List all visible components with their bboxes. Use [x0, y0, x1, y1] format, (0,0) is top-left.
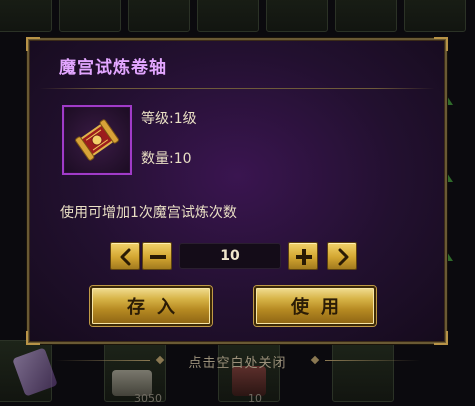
quantity-input[interactable]: 10	[179, 243, 281, 269]
inventory-slot	[266, 0, 328, 32]
inventory-slot	[404, 0, 466, 32]
frame-corner	[26, 331, 40, 345]
item-level: 等级:1级	[141, 108, 197, 128]
plus-icon	[296, 249, 312, 265]
item-dialog: 魔宫试炼卷轴 等级:1级 数量:10 使用可增加1次魔宫试炼次数 10 存入 使…	[26, 37, 448, 345]
decrease-max-button[interactable]	[110, 242, 140, 270]
decrease-button[interactable]	[142, 242, 172, 270]
use-button[interactable]: 使用	[254, 286, 376, 326]
increase-button[interactable]	[288, 242, 318, 270]
inventory-slot	[59, 0, 121, 32]
level-label: 等级:	[141, 111, 174, 127]
inventory-slot	[0, 0, 52, 32]
quantity-value: 10	[173, 151, 192, 167]
increase-max-button[interactable]	[327, 242, 357, 270]
level-value: 1级	[173, 111, 197, 127]
inventory-slot	[332, 340, 394, 402]
scroll-icon	[75, 119, 119, 161]
item-quantity: 数量:10	[141, 148, 192, 168]
quantity-label: 数量:	[141, 151, 174, 167]
title-divider	[39, 88, 435, 89]
dialog-title: 魔宫试炼卷轴	[59, 58, 167, 78]
chevron-left-icon	[120, 248, 131, 266]
item-count: 10	[248, 392, 262, 405]
chevron-right-icon	[338, 248, 349, 266]
inventory-slot	[197, 0, 259, 32]
frame-corner	[434, 331, 448, 345]
inventory-slot	[128, 0, 190, 32]
inventory-slot	[335, 0, 397, 32]
item-description: 使用可增加1次魔宫试炼次数	[60, 205, 237, 221]
store-button[interactable]: 存入	[90, 286, 212, 326]
minus-icon	[150, 255, 166, 259]
frame-corner	[26, 37, 40, 51]
close-hint-text: 点击空白处关闭	[188, 356, 287, 371]
hint-divider	[325, 360, 420, 361]
item-count: 3050	[134, 392, 162, 405]
close-hint[interactable]: 点击空白处关闭	[0, 352, 475, 371]
frame-corner	[434, 37, 448, 51]
item-slot	[62, 105, 132, 175]
